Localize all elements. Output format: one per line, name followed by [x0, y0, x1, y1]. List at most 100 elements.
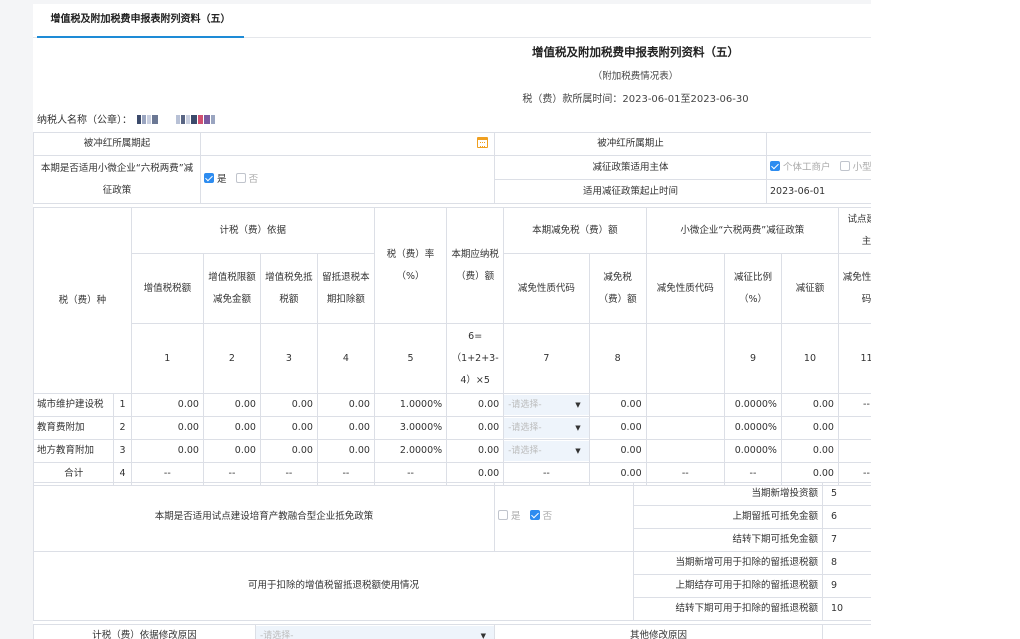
offset-end-date-field[interactable]	[766, 132, 871, 156]
payable-cell: 0.00	[446, 393, 505, 417]
small-policy-no-checkbox[interactable]	[235, 172, 246, 183]
pilot-credit-table: 本期是否适用试点建设培育产教融合型企业抵免政策 是 否 当期新增投资额 5 上期…	[33, 482, 871, 621]
relief-amount-header: 减免税（费）额	[588, 253, 647, 324]
col-num: 8	[588, 323, 647, 394]
subject-options: 个体工商户 小型	[766, 155, 871, 180]
subject-individual-checkbox[interactable]	[770, 160, 780, 171]
credit-item-label: 上期结存可用于扣除的留抵退税额	[633, 574, 823, 598]
col-num	[645, 323, 725, 394]
pilot-item-number: 5	[822, 482, 871, 506]
col-num: 4	[316, 323, 375, 394]
col-num: 10	[780, 323, 839, 394]
credit-item-label: 当期新增可用于扣除的留抵退税额	[633, 551, 823, 575]
small-policy-yes-checkbox[interactable]	[204, 172, 214, 183]
rate-cell: 2.0000%	[373, 439, 448, 463]
small-ratio-cell: 0.0000%	[723, 439, 782, 463]
tax-type-header: 税（费）种	[33, 207, 132, 394]
small-amount-cell: 0.00	[780, 416, 839, 440]
basis-header: 计税（费）依据	[130, 207, 375, 254]
select-placeholder: -请选择-	[508, 400, 542, 410]
small-code-header: 减免性质代码	[645, 253, 725, 324]
offset-end-label: 被冲红所属期止	[494, 132, 767, 156]
small-policy-options: 是 否	[200, 155, 495, 204]
row-number: 3	[113, 439, 132, 463]
tax-name: 城市维护建设税	[33, 393, 115, 417]
pilot-item-label: 当期新增投资额	[633, 482, 823, 506]
vat-cell[interactable]: 0.00	[130, 416, 204, 440]
small-amount-cell: 0.00	[780, 393, 839, 417]
tax-name: 教育费附加	[33, 416, 115, 440]
vat-exempt-cell[interactable]: 0.00	[259, 439, 318, 463]
vat-cell[interactable]: 0.00	[130, 439, 204, 463]
col-num: 11	[837, 323, 871, 394]
small-policy-yes-label: 是	[217, 173, 227, 185]
small-amount-header: 减征额	[780, 253, 839, 324]
vat-exempt-cell[interactable]: 0.00	[259, 416, 318, 440]
credit-deduct-cell[interactable]: 0.00	[316, 416, 375, 440]
small-ratio-cell: 0.0000%	[723, 393, 782, 417]
subject-label: 减征政策适用主体	[494, 155, 767, 180]
relief-amount-cell[interactable]: 0.00	[588, 439, 647, 463]
credit-deduct-cell[interactable]: 0.00	[316, 439, 375, 463]
basis-reason-select[interactable]: -请选择- ▼	[255, 624, 495, 639]
right-blank-area	[871, 0, 1020, 639]
select-placeholder: -请选择-	[260, 630, 294, 639]
col-num: 7	[503, 323, 590, 394]
payable-cell: 0.00	[446, 439, 505, 463]
subject-small-checkbox[interactable]	[839, 160, 850, 171]
pilot-item-number: 6	[822, 505, 871, 529]
other-reason-field[interactable]	[822, 624, 871, 639]
payable-cell: 0.00	[446, 416, 505, 440]
col-num: 1	[130, 323, 204, 394]
small-group-header: 小微企业“六税两费”减征政策	[645, 207, 839, 254]
main-tax-table: 税（费）种 计税（费）依据 税（费）率（%） 本期应纳税（费）额 本期减免税（费…	[33, 207, 871, 486]
vat-relief-cell[interactable]: 0.00	[202, 439, 261, 463]
pilot-no-checkbox[interactable]	[529, 510, 540, 520]
col-num: 5	[373, 323, 448, 394]
credit-deduct-cell[interactable]: 0.00	[316, 393, 375, 417]
vat-relief-cell[interactable]: 0.00	[202, 393, 261, 417]
relief-code-select[interactable]: -请选择- ▼	[503, 393, 590, 417]
small-policy-question: 本期是否适用小微企业“六税两费”减征政策	[33, 155, 201, 204]
relief-code-header: 减免性质代码	[503, 253, 590, 324]
vat-relief-cell[interactable]: 0.00	[202, 416, 261, 440]
policy-time-value[interactable]: 2023-06-01	[766, 179, 871, 204]
relief-code-select[interactable]: -请选择- ▼	[503, 439, 590, 463]
rate-header: 税（费）率（%）	[373, 207, 448, 324]
credit-usage-label: 可用于扣除的增值税留抵退税额使用情况	[33, 551, 634, 621]
redacted-name-mask	[137, 115, 216, 127]
top-info-table: 被冲红所属期起 被冲红所属期止 本期是否适用小微企业“六税两费”减征政策 是 否…	[33, 132, 871, 204]
credit-item-label: 结转下期可用于扣除的留抵退税额	[633, 597, 823, 621]
small-code-cell	[645, 416, 725, 440]
pilot-item-label: 上期留抵可抵免金额	[633, 505, 823, 529]
vat-exempt-cell[interactable]: 0.00	[259, 393, 318, 417]
report-panel: 增值税及附加税费申报表附列资料（五） 增值税及附加税费申报表附列资料（五） （附…	[33, 4, 871, 639]
col-num: 9	[723, 323, 782, 394]
tab-bar: 增值税及附加税费申报表附列资料（五）	[33, 4, 871, 38]
offset-start-date-field[interactable]	[200, 132, 495, 156]
dropdown-arrow-icon: ▼	[575, 424, 581, 432]
relief-amount-cell[interactable]: 0.00	[588, 393, 647, 417]
credit-item-number: 8	[822, 551, 871, 575]
vat-cell[interactable]: 0.00	[130, 393, 204, 417]
dropdown-arrow-icon: ▼	[480, 631, 486, 639]
subject-individual-label: 个体工商户	[783, 161, 831, 173]
select-placeholder: -请选择-	[508, 423, 542, 433]
relief-amount-cell[interactable]: 0.00	[588, 416, 647, 440]
credit-item-number: 10	[822, 597, 871, 621]
pilot-item-number: 7	[822, 528, 871, 552]
col-num: 6=（1+2+3-4）×5	[446, 323, 505, 394]
subject-small-label: 小型	[852, 161, 871, 173]
payable-header: 本期应纳税（费）额	[446, 207, 505, 324]
table-row: 教育费附加 2 0.00 0.00 0.00 0.00 3.0000% 0.00…	[33, 416, 871, 440]
calendar-icon[interactable]	[477, 137, 488, 148]
pilot-yes-checkbox[interactable]	[498, 510, 508, 520]
rate-cell: 1.0000%	[373, 393, 448, 417]
col-num: 2	[202, 323, 261, 394]
tab-attachment-5[interactable]: 增值税及附加税费申报表附列资料（五）	[37, 4, 244, 38]
pilot-code-cell	[837, 416, 871, 440]
relief-code-select[interactable]: -请选择- ▼	[503, 416, 590, 440]
basis-reason-label: 计税（费）依据修改原因	[33, 624, 256, 639]
small-policy-no-label: 否	[248, 173, 259, 185]
small-ratio-cell: 0.0000%	[723, 416, 782, 440]
